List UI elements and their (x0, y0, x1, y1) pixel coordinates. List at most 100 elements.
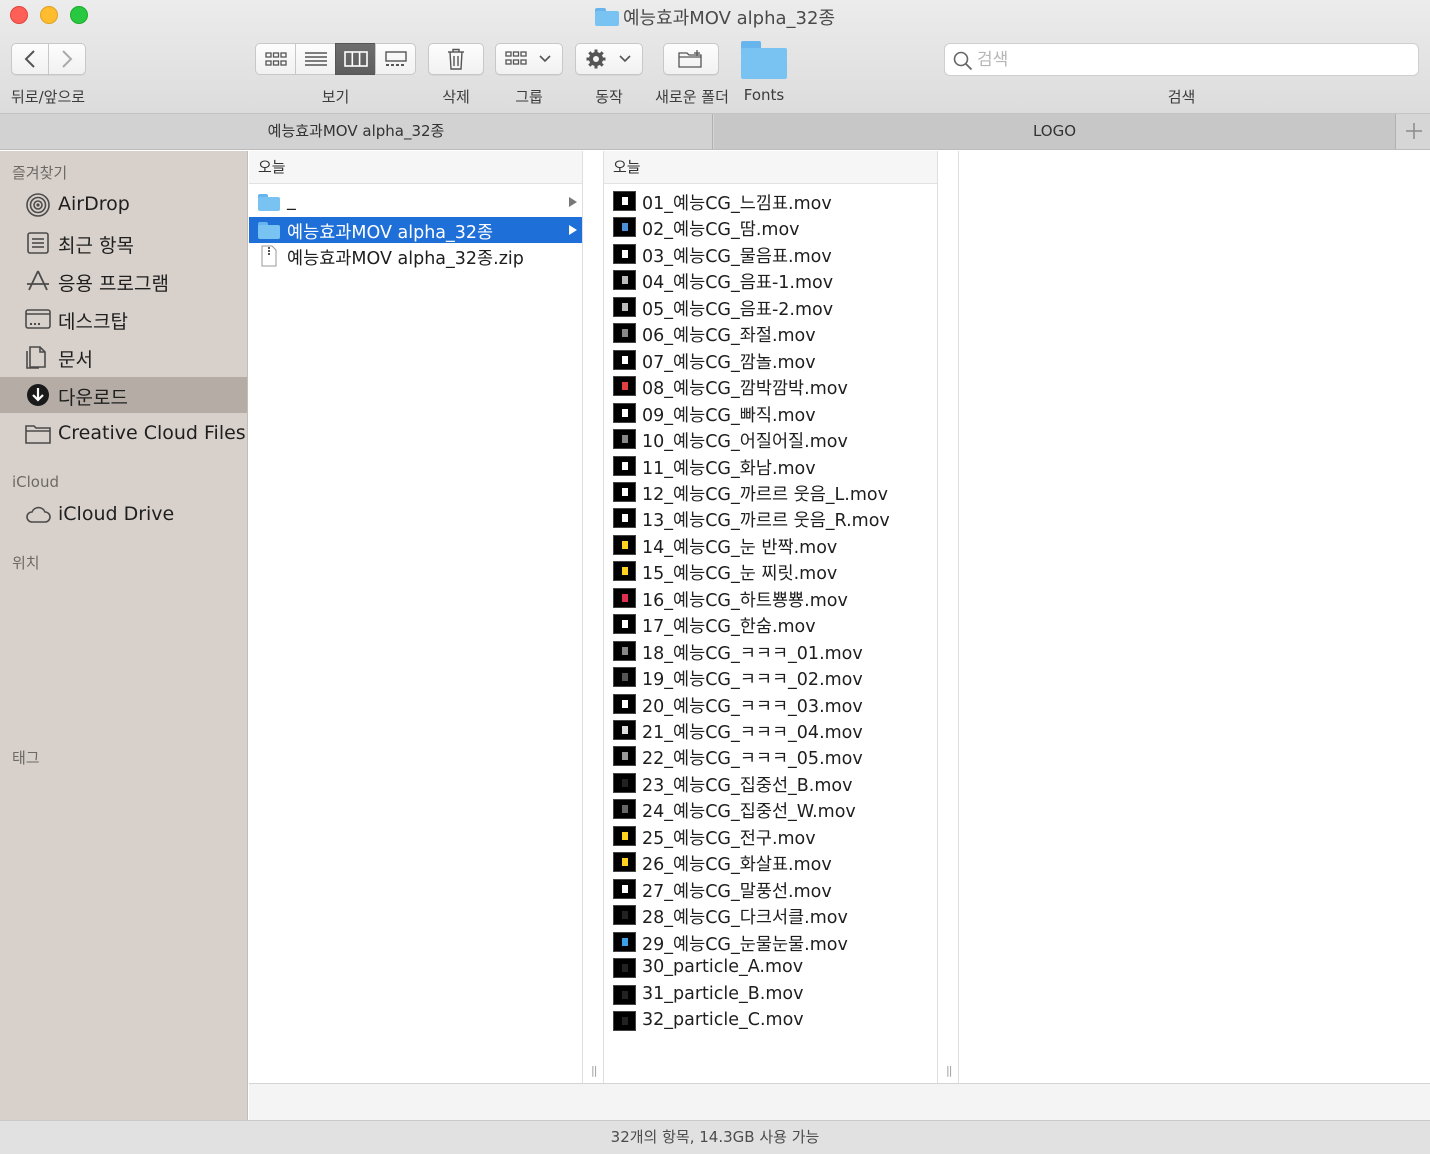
video-thumbnail-icon (613, 825, 636, 846)
downloads-icon (27, 384, 49, 406)
item-name: 04_예능CG_음표-1.mov (642, 273, 834, 294)
forward-button[interactable] (48, 43, 86, 75)
list-item-mov-file[interactable]: 22_예능CG_ㅋㅋㅋ_05.mov (604, 743, 937, 769)
tab-current-folder[interactable]: 예능효과MOV alpha_32종 (0, 114, 713, 149)
documents-icon (26, 346, 46, 369)
list-item-mov-file[interactable]: 27_예능CG_말풍선.mov (604, 876, 937, 902)
item-name: 29_예능CG_눈물눈물.mov (642, 934, 848, 955)
list-item-mov-file[interactable]: 31_particle_B.mov (604, 982, 937, 1008)
sidebar-item-downloads[interactable]: 다운로드 (0, 377, 247, 413)
view-columns-button[interactable] (335, 43, 376, 75)
sidebar-item-airdrop[interactable]: AirDrop (0, 187, 247, 223)
list-item-mov-file[interactable]: 03_예능CG_물음표.mov (604, 241, 937, 267)
list-item-mov-file[interactable]: 19_예능CG_ㅋㅋㅋ_02.mov (604, 664, 937, 690)
list-item-mov-file[interactable]: 16_예능CG_하트뿅뿅.mov (604, 585, 937, 611)
chevron-left-icon (24, 50, 35, 68)
video-thumbnail-icon (613, 1010, 636, 1031)
view-icons-button[interactable] (255, 43, 296, 75)
item-name: 08_예능CG_깜박깜박.mov (642, 379, 848, 400)
disclosure-arrow-icon (569, 225, 577, 235)
sidebar-item-recents[interactable]: 최근 항목 (0, 225, 247, 261)
video-thumbnail-icon (613, 772, 636, 793)
delete-button[interactable] (428, 43, 484, 75)
item-name: _ (287, 191, 296, 211)
list-item-folder-underscore[interactable]: _ (249, 189, 582, 215)
list-item-mov-file[interactable]: 24_예능CG_집중선_W.mov (604, 796, 937, 822)
list-item-folder-selected[interactable]: 예능효과MOV alpha_32종 (249, 217, 582, 243)
item-name: 05_예능CG_음표-2.mov (642, 299, 834, 320)
window-title: 예능효과MOV alpha_32종 (0, 4, 1430, 30)
list-item-mov-file[interactable]: 21_예능CG_ㅋㅋㅋ_04.mov (604, 717, 937, 743)
item-name: 13_예능CG_까르르 웃음_R.mov (642, 511, 890, 532)
sidebar-item-icloud-drive[interactable]: iCloud Drive (0, 497, 247, 533)
video-thumbnail-icon (613, 349, 636, 370)
view-list-button[interactable] (295, 43, 336, 75)
item-name: 06_예능CG_좌절.mov (642, 326, 816, 347)
search-field[interactable] (944, 43, 1419, 76)
list-item-mov-file[interactable]: 17_예능CG_한숨.mov (604, 611, 937, 637)
video-thumbnail-icon (613, 270, 636, 291)
new-tab-button[interactable] (1397, 114, 1430, 149)
path-bar (249, 1083, 1430, 1120)
list-item-mov-file[interactable]: 04_예능CG_음표-1.mov (604, 267, 937, 293)
sidebar-item-desktop[interactable]: 데스크탑 (0, 301, 247, 337)
list-item-mov-file[interactable]: 02_예능CG_땀.mov (604, 214, 937, 240)
search-input[interactable] (977, 44, 1407, 75)
list-item-mov-file[interactable]: 15_예능CG_눈 찌릿.mov (604, 558, 937, 584)
back-button[interactable] (11, 43, 49, 75)
folder-icon (258, 194, 280, 211)
video-thumbnail-icon (613, 931, 636, 952)
sidebar-item-applications[interactable]: 응용 프로그램 (0, 263, 247, 299)
list-item-mov-file[interactable]: 25_예능CG_전구.mov (604, 823, 937, 849)
list-item-mov-file[interactable]: 07_예능CG_깜놀.mov (604, 347, 937, 373)
list-item-mov-file[interactable]: 09_예능CG_빠직.mov (604, 400, 937, 426)
list-item-mov-file[interactable]: 13_예능CG_까르르 웃음_R.mov (604, 505, 937, 531)
list-item-zip[interactable]: 예능효과MOV alpha_32종.zip (249, 243, 582, 269)
list-item-mov-file[interactable]: 06_예능CG_좌절.mov (604, 320, 937, 346)
chevron-right-icon (62, 50, 73, 68)
list-item-mov-file[interactable]: 30_particle_A.mov (604, 955, 937, 981)
list-item-mov-file[interactable]: 32_particle_C.mov (604, 1008, 937, 1034)
item-name: 23_예능CG_집중선_B.mov (642, 775, 853, 796)
item-name: 17_예능CG_한숨.mov (642, 617, 816, 638)
item-name: 03_예능CG_물음표.mov (642, 246, 832, 267)
column-resize-handle[interactable]: || (583, 151, 604, 1083)
airdrop-icon (26, 193, 50, 217)
list-item-mov-file[interactable]: 20_예능CG_ㅋㅋㅋ_03.mov (604, 691, 937, 717)
list-item-mov-file[interactable]: 14_예능CG_눈 반짝.mov (604, 532, 937, 558)
list-item-mov-file[interactable]: 01_예능CG_느낌표.mov (604, 188, 937, 214)
fonts-folder-shortcut[interactable] (741, 41, 787, 79)
folder-icon (594, 8, 619, 26)
disclosure-arrow-icon (569, 197, 577, 207)
list-item-mov-file[interactable]: 08_예능CG_깜박깜박.mov (604, 373, 937, 399)
list-item-mov-file[interactable]: 23_예능CG_집중선_B.mov (604, 770, 937, 796)
sidebar-item-documents[interactable]: 문서 (0, 339, 247, 375)
list-item-mov-file[interactable]: 05_예능CG_음표-2.mov (604, 294, 937, 320)
item-name: 25_예능CG_전구.mov (642, 828, 816, 849)
list-item-mov-file[interactable]: 26_예능CG_화살표.mov (604, 849, 937, 875)
list-item-mov-file[interactable]: 10_예능CG_어질어질.mov (604, 426, 937, 452)
item-name: 01_예능CG_느낌표.mov (642, 194, 832, 214)
plus-icon (1405, 123, 1422, 139)
video-thumbnail-icon (613, 852, 636, 873)
list-item-mov-file[interactable]: 28_예능CG_다크서클.mov (604, 902, 937, 928)
column-resize-handle[interactable]: || (938, 151, 959, 1083)
sidebar-item-creative-cloud-files[interactable]: Creative Cloud Files (0, 416, 247, 452)
list-item-mov-file[interactable]: 29_예능CG_눈물눈물.mov (604, 929, 937, 955)
sidebar-item-label: iCloud Drive (58, 503, 175, 525)
item-name: 24_예능CG_집중선_W.mov (642, 802, 856, 823)
action-button[interactable] (575, 43, 643, 75)
sidebar-item-label: 데스크탑 (58, 311, 128, 333)
group-button[interactable] (495, 43, 563, 75)
list-item-mov-file[interactable]: 12_예능CG_까르르 웃음_L.mov (604, 479, 937, 505)
sidebar-item-label: 최근 항목 (58, 235, 134, 257)
item-name: 16_예능CG_하트뿅뿅.mov (642, 590, 848, 611)
video-thumbnail-icon (613, 958, 636, 979)
new-folder-button[interactable] (663, 43, 719, 75)
list-item-mov-file[interactable]: 11_예능CG_화남.mov (604, 453, 937, 479)
item-name: 07_예능CG_깜놀.mov (642, 352, 816, 373)
browser-column-1: 오늘 _ 예능효과MOV alpha_32종 예능효과MOV alpha_32종… (249, 151, 583, 1083)
view-gallery-button[interactable] (375, 43, 416, 75)
tab-logo[interactable]: LOGO (714, 114, 1396, 149)
list-item-mov-file[interactable]: 18_예능CG_ㅋㅋㅋ_01.mov (604, 638, 937, 664)
